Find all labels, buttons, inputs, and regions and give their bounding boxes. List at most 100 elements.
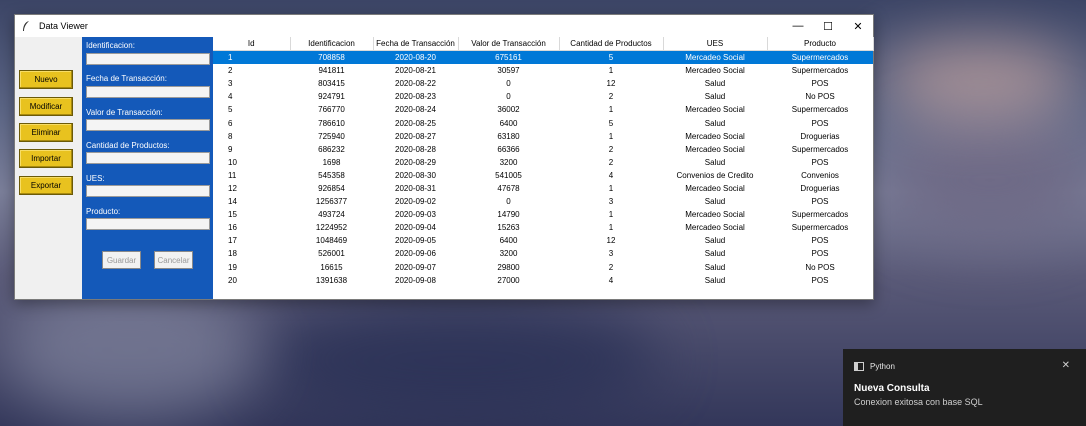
- table-cell: Convenios de Credito: [676, 170, 754, 180]
- table-row[interactable]: 16 1224952 2020-09-04 15263 1 Mercadeo Social…: [213, 221, 873, 234]
- table-cell: 2020-09-06: [395, 249, 436, 259]
- table-cell: Supermercados: [791, 66, 849, 76]
- table-cell: 47678: [497, 183, 520, 193]
- cancelar-button[interactable]: Cancelar: [154, 251, 193, 269]
- table-cell: 8: [228, 131, 233, 141]
- table-cell: 16615: [320, 262, 343, 272]
- table-cell: 3200: [499, 157, 518, 167]
- column-header[interactable]: Identificacion: [290, 37, 374, 51]
- wallpaper-cloud: [260, 300, 660, 420]
- ues-label: UES:: [86, 174, 105, 183]
- table-row[interactable]: 20 1391638 2020-09-08 27000 4 Salud POS: [213, 274, 873, 287]
- column-header[interactable]: Cantidad de Productos: [559, 37, 664, 51]
- close-button[interactable]: ✕: [843, 15, 873, 37]
- table-row[interactable]: 2 941811 2020-08-21 30597 1 Mercadeo Social Su…: [213, 64, 873, 77]
- table-cell: 2020-08-28: [395, 144, 436, 154]
- table-row[interactable]: 6 786610 2020-08-25 6400 5 Salud POS: [213, 116, 873, 129]
- table-row[interactable]: 15 493724 2020-09-03 14790 1 Mercadeo Social S…: [213, 208, 873, 221]
- table-cell: 1391638: [315, 275, 348, 285]
- maximize-button[interactable]: ☐: [813, 15, 843, 37]
- table-cell: 1048469: [315, 236, 348, 246]
- table-cell: No POS: [805, 92, 835, 102]
- title-bar[interactable]: Data Viewer — ☐ ✕: [15, 15, 873, 37]
- table-cell: 66366: [497, 144, 520, 154]
- table-cell: 0: [506, 79, 511, 89]
- table-cell: 1224952: [315, 223, 348, 233]
- table-cell: 725940: [318, 131, 345, 141]
- action-panel: Nuevo Modificar Eliminar Importar Export…: [15, 37, 82, 299]
- table-cell: 4: [608, 275, 614, 285]
- table-row[interactable]: 10 1698 2020-08-29 3200 2 Salud POS: [213, 156, 873, 169]
- table-cell: 2020-08-24: [395, 105, 436, 115]
- guardar-button[interactable]: Guardar: [102, 251, 141, 269]
- table-row[interactable]: 8 725940 2020-08-27 63180 1 Mercadeo Social Dr…: [213, 130, 873, 143]
- column-header[interactable]: Producto: [767, 37, 874, 51]
- column-header[interactable]: Id: [213, 37, 291, 51]
- table-cell: Supermercados: [791, 105, 849, 115]
- producto-field[interactable]: [86, 218, 210, 230]
- table-cell: POS: [811, 275, 829, 285]
- table-row[interactable]: 5 766770 2020-08-24 36002 1 Mercadeo Social Su…: [213, 103, 873, 116]
- exportar-button[interactable]: Exportar: [19, 176, 73, 195]
- table-cell: Salud: [704, 197, 726, 207]
- eliminar-button[interactable]: Eliminar: [19, 123, 73, 142]
- table-cell: 2: [228, 66, 233, 76]
- table-cell: 2020-08-22: [395, 79, 436, 89]
- importar-button[interactable]: Importar: [19, 149, 73, 168]
- table-cell: Mercadeo Social: [685, 183, 745, 193]
- table-cell: 3: [608, 249, 614, 259]
- table-cell: 11: [228, 170, 237, 180]
- table-cell: 1: [608, 66, 614, 76]
- table-cell: 16: [228, 223, 237, 233]
- table-cell: 6400: [499, 236, 518, 246]
- table-cell: 12: [228, 183, 237, 193]
- table-cell: 926854: [318, 183, 345, 193]
- table-header: Id Identificacion Fecha de Transacción Valo…: [213, 37, 874, 51]
- minimize-button[interactable]: —: [783, 15, 813, 37]
- table-cell: 4: [608, 170, 614, 180]
- table-cell: 2020-08-21: [395, 66, 436, 76]
- table-row[interactable]: 12 926854 2020-08-31 47678 1 Mercadeo Social D…: [213, 182, 873, 195]
- table-cell: 5: [228, 105, 233, 115]
- table-row[interactable]: 1 708858 2020-08-20 675161 5 Mercadeo Social S…: [213, 50, 873, 65]
- cantidad-field[interactable]: [86, 152, 210, 164]
- fecha-field[interactable]: [86, 86, 210, 98]
- table-cell: 17: [228, 236, 237, 246]
- table-row[interactable]: 14 1256377 2020-09-02 0 3 Salud POS: [213, 195, 873, 208]
- table-cell: 5: [559, 50, 663, 65]
- identificacion-field[interactable]: [86, 53, 210, 65]
- table-cell: POS: [811, 157, 829, 167]
- wallpaper-cloud: [0, 280, 260, 420]
- table-cell: 6400: [499, 118, 518, 128]
- table-cell: 803415: [318, 79, 345, 89]
- table-cell: Supermercados: [767, 50, 873, 65]
- table-row[interactable]: 9 686232 2020-08-28 66366 2 Mercadeo Social Su…: [213, 143, 873, 156]
- column-header[interactable]: UES: [663, 37, 768, 51]
- table-cell: Supermercados: [791, 210, 849, 220]
- table-cell: 2020-08-20: [373, 50, 458, 65]
- table-row[interactable]: 3 803415 2020-08-22 0 12 Salud POS: [213, 77, 873, 90]
- table-cell: Salud: [704, 275, 726, 285]
- table-cell: POS: [811, 249, 829, 259]
- ues-field[interactable]: [86, 185, 210, 197]
- table-cell: No POS: [805, 262, 835, 272]
- valor-field[interactable]: [86, 119, 210, 131]
- column-header[interactable]: Fecha de Transacción: [373, 37, 459, 51]
- table-cell: 675161: [458, 50, 559, 65]
- modificar-button[interactable]: Modificar: [19, 97, 73, 116]
- table-cell: 18: [228, 249, 237, 259]
- table-row[interactable]: 11 545358 2020-08-30 541005 4 Convenios de Cr…: [213, 169, 873, 182]
- table-cell: 686232: [318, 144, 345, 154]
- table-cell: 2020-08-31: [395, 183, 436, 193]
- notification-toast[interactable]: Python ✕ Nueva Consulta Conexion exitosa…: [843, 349, 1086, 426]
- table-row[interactable]: 18 526001 2020-09-06 3200 3 Salud POS: [213, 247, 873, 260]
- table-cell: 12: [606, 79, 616, 89]
- nuevo-button[interactable]: Nuevo: [19, 70, 73, 89]
- column-header[interactable]: Valor de Transacción: [458, 37, 560, 51]
- table-cell: 10: [228, 157, 237, 167]
- notification-close-button[interactable]: ✕: [1062, 360, 1070, 371]
- table-row[interactable]: 17 1048469 2020-09-05 6400 12 Salud POS: [213, 234, 873, 247]
- cantidad-label: Cantidad de Productos:: [86, 141, 170, 150]
- table-row[interactable]: 19 16615 2020-09-07 29800 2 Salud No POS: [213, 261, 873, 274]
- table-row[interactable]: 4 924791 2020-08-23 0 2 Salud No POS: [213, 90, 873, 103]
